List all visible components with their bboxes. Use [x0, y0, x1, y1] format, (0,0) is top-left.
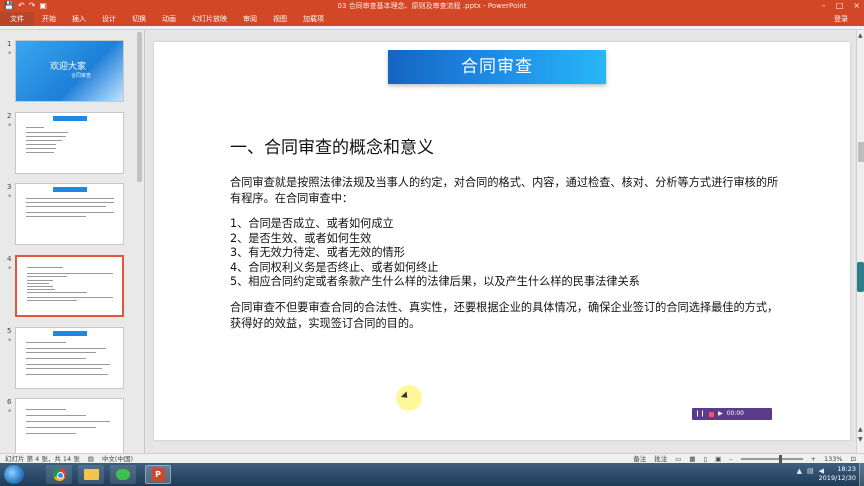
start-button[interactable] [4, 465, 24, 484]
transition-star-icon: * [8, 50, 12, 58]
list-item: 3、有无效力待定、或者无效的情形 [230, 246, 405, 259]
slide-editor: 合同审查 一、合同审查的概念和意义 合同审查就是按照法律法规及当事人的约定，对合… [146, 30, 856, 453]
list-item: 1、合同是否成立、或者如何成立 [230, 217, 394, 230]
side-floating-widget[interactable] [857, 262, 864, 292]
pause-icon[interactable]: ❙❙ [695, 408, 705, 420]
slide-banner: 合同审查 [388, 50, 606, 84]
recorder-toolbar[interactable]: ❙❙ ▶ 00:00 [692, 408, 772, 420]
recorder-time: 00:00 [726, 410, 744, 417]
network-icon[interactable]: ▤ [807, 467, 814, 475]
login-button[interactable]: 登录 [834, 12, 848, 26]
slide-canvas[interactable]: 合同审查 一、合同审查的概念和意义 合同审查就是按照法律法规及当事人的约定，对合… [154, 42, 850, 440]
powerpoint-window: 💾 ↶ ↷ ▣ 03 合同审查基本理念、原则及审查流程 .pptx - Powe… [0, 0, 864, 486]
banner-title: 合同审查 [461, 57, 533, 77]
chrome-taskbar-button[interactable] [46, 465, 72, 484]
title-bar: 💾 ↶ ↷ ▣ 03 合同审查基本理念、原则及审查流程 .pptx - Powe… [0, 0, 864, 12]
tab-insert[interactable]: 插入 [64, 12, 94, 26]
windows-taskbar: P ▲ ▤ ◀ 18:23 2019/12/30 [0, 463, 864, 486]
document-title: 03 合同审查基本理念、原则及审查流程 .pptx - PowerPoint [337, 2, 527, 10]
tab-transitions[interactable]: 切换 [124, 12, 154, 26]
tray-up-icon[interactable]: ▲ [797, 467, 802, 475]
paragraph-significance: 合同审查不但要审查合同的合法性、真实性，还要根据企业的具体情况，确保企业签订的合… [230, 301, 779, 330]
explorer-taskbar-button[interactable] [78, 465, 104, 484]
tab-home[interactable]: 开始 [34, 12, 64, 26]
tab-animations[interactable]: 动画 [154, 12, 184, 26]
slide-heading: 一、合同审查的概念和意义 [230, 138, 434, 158]
slide-thumbnail[interactable] [15, 112, 124, 174]
minimize-button[interactable]: – [822, 0, 826, 12]
transition-star-icon: * [8, 408, 12, 416]
wechat-icon [116, 469, 130, 480]
thumbnail-title: 欢迎大家 [50, 62, 87, 72]
slide-thumbnail[interactable] [15, 327, 124, 389]
prev-slide-icon[interactable]: ▲ [858, 426, 863, 433]
show-desktop-button[interactable] [859, 463, 864, 486]
slide-thumbnail[interactable] [15, 183, 124, 245]
scrollbar-thumb[interactable] [858, 142, 864, 162]
powerpoint-icon: P [151, 468, 165, 481]
slide-number: 5 [7, 327, 12, 335]
slide-number: 4 [7, 255, 12, 263]
cursor-highlight [396, 385, 422, 411]
thumbnails-scrollbar[interactable] [137, 32, 142, 182]
zoom-slider[interactable] [740, 455, 803, 463]
slide-number: 2 [7, 112, 12, 120]
tab-slideshow[interactable]: 幻灯片放映 [184, 12, 235, 26]
tab-design[interactable]: 设计 [94, 12, 124, 26]
transition-star-icon: * [8, 265, 12, 273]
slide-number: 1 [7, 40, 12, 48]
tab-view[interactable]: 视图 [265, 12, 295, 26]
restore-button[interactable]: □ [836, 0, 844, 12]
slide-number: 3 [7, 183, 12, 191]
clock-time: 18:23 [837, 465, 856, 473]
wechat-taskbar-button[interactable] [110, 465, 136, 484]
review-points-list: 1、合同是否成立、或者如何成立 2、是否生效、或者如何生效 3、有无效力待定、或… [230, 217, 640, 290]
chrome-icon [52, 468, 66, 481]
close-button[interactable]: × [853, 0, 860, 12]
slide-thumbnails-pane: 1 * 欢迎大家 合同审查 2 * 3 * 4 * 5 * 6 * [0, 30, 145, 453]
list-item: 4、合同权利义务是否终止、或者如何终止 [230, 260, 439, 274]
slide-thumbnail[interactable] [15, 398, 124, 453]
status-bar: 幻灯片 第 4 张，共 14 张 ▤ 中文(中国) 备注 批注 ▭ ▦ ▯ ▣ … [0, 453, 864, 463]
slide-thumbnail-selected[interactable] [15, 255, 124, 317]
transition-star-icon: * [8, 193, 12, 201]
scroll-up-icon[interactable]: ▲ [858, 32, 863, 39]
transition-star-icon: * [8, 337, 12, 345]
play-icon[interactable]: ▶ [718, 408, 723, 420]
list-item: 2、是否生效、或者如何生效 [230, 231, 372, 245]
folder-icon [83, 469, 99, 480]
paragraph-definition: 合同审查就是按照法律法规及当事人的约定，对合同的格式、内容，通过检查、核对、分析… [230, 176, 779, 205]
clock-date: 2019/12/30 [818, 474, 856, 482]
slide-thumbnail[interactable]: 欢迎大家 合同审查 [15, 40, 124, 102]
system-clock[interactable]: 18:23 2019/12/30 [819, 465, 856, 483]
tab-review[interactable]: 审阅 [235, 12, 265, 26]
slide-number: 6 [7, 398, 12, 406]
record-icon[interactable] [709, 411, 715, 417]
tab-addins[interactable]: 加载项 [295, 12, 332, 26]
thumbnail-subtitle: 合同审查 [71, 73, 92, 79]
transition-star-icon: * [8, 122, 12, 130]
vertical-scrollbar[interactable]: ▲ ▲ ▼ [856, 30, 864, 453]
ribbon-tab-bar: 文件 开始 插入 设计 切换 动画 幻灯片放映 审阅 视图 加载项 登录 [0, 12, 864, 26]
window-controls: – □ × [822, 0, 860, 12]
next-slide-icon[interactable]: ▼ [858, 436, 863, 443]
list-item: 5、相应合同约定或者条款产生什么样的法律后果，以及产生什么样的民事法律关系 [230, 275, 640, 288]
tab-file[interactable]: 文件 [0, 12, 34, 26]
powerpoint-taskbar-button[interactable]: P [145, 465, 171, 484]
